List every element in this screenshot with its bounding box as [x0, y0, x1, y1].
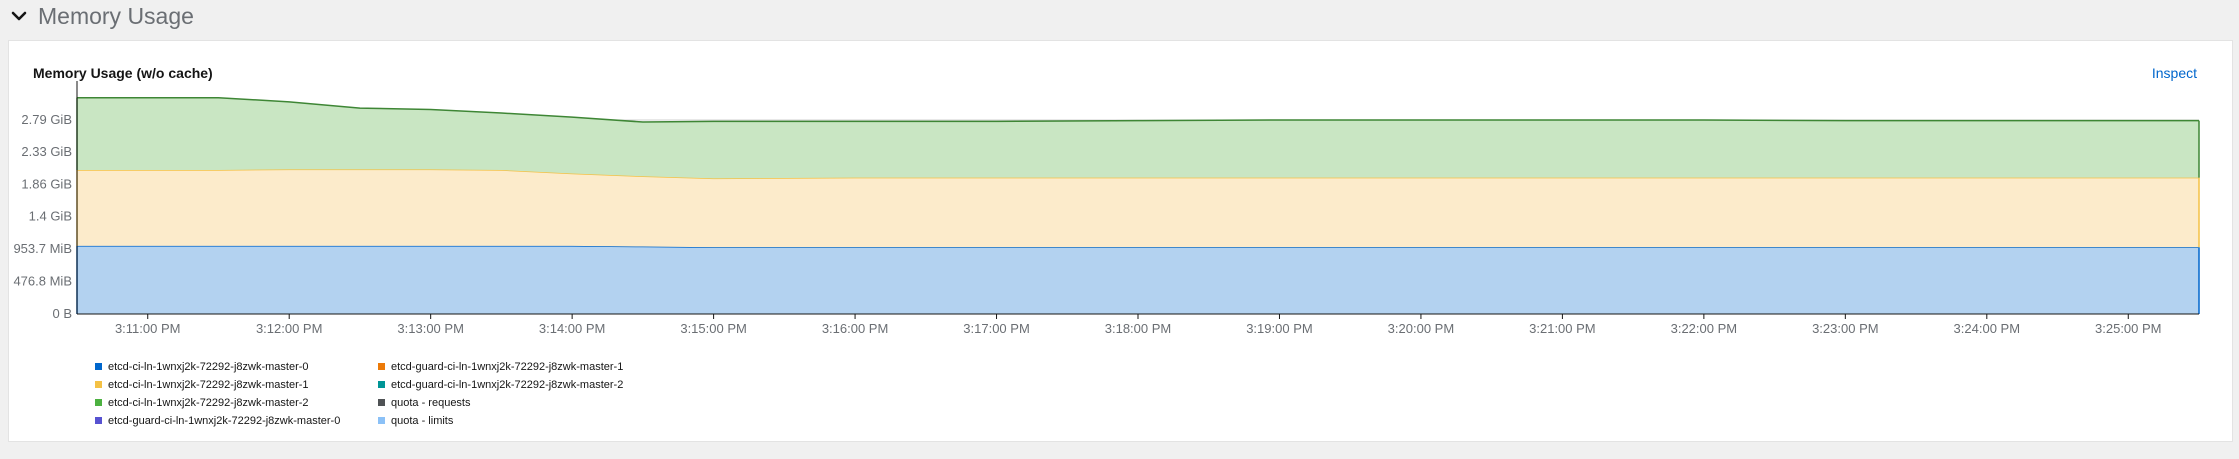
x-tick-label: 3:24:00 PM	[1954, 321, 2021, 336]
section-toggle[interactable]: Memory Usage	[10, 0, 194, 32]
legend-item[interactable]: etcd-guard-ci-ln-1wnxj2k-72292-j8zwk-mas…	[95, 413, 378, 428]
x-tick-label: 3:19:00 PM	[1246, 321, 1313, 336]
chart-legend: etcd-ci-ln-1wnxj2k-72292-j8zwk-master-0 e…	[95, 359, 661, 428]
x-tick-label: 3:15:00 PM	[680, 321, 747, 336]
series-area-2	[77, 97, 2199, 179]
x-tick-label: 3:12:00 PM	[256, 321, 323, 336]
x-tick-label: 3:14:00 PM	[539, 321, 606, 336]
x-tick-label: 3:17:00 PM	[963, 321, 1030, 336]
section-title: Memory Usage	[38, 2, 194, 29]
legend-item[interactable]: quota - limits	[378, 413, 661, 428]
x-tick-label: 3:20:00 PM	[1388, 321, 1455, 336]
x-tick-label: 3:25:00 PM	[2095, 321, 2162, 336]
legend-swatch	[95, 363, 102, 370]
legend-item[interactable]: etcd-ci-ln-1wnxj2k-72292-j8zwk-master-1	[95, 377, 378, 392]
y-tick-label: 1.4 GiB	[29, 209, 72, 224]
legend-label: quota - requests	[391, 396, 471, 409]
legend-item[interactable]: etcd-guard-ci-ln-1wnxj2k-72292-j8zwk-mas…	[378, 377, 661, 392]
y-tick-label: 2.33 GiB	[21, 144, 72, 159]
x-tick-label: 3:16:00 PM	[822, 321, 889, 336]
x-tick-label: 3:23:00 PM	[1812, 321, 1879, 336]
series-area-1	[77, 169, 2199, 248]
legend-label: quota - limits	[391, 414, 454, 427]
legend-swatch	[95, 399, 102, 406]
legend-label: etcd-ci-ln-1wnxj2k-72292-j8zwk-master-2	[108, 396, 309, 409]
y-tick-label: 476.8 MiB	[13, 274, 72, 289]
legend-item[interactable]: etcd-ci-ln-1wnxj2k-72292-j8zwk-master-2	[95, 395, 378, 410]
legend-label: etcd-guard-ci-ln-1wnxj2k-72292-j8zwk-mas…	[391, 360, 624, 373]
series-area-0	[77, 245, 2199, 314]
legend-swatch	[95, 417, 102, 424]
y-tick-label: 2.79 GiB	[21, 112, 72, 127]
chevron-down-icon[interactable]	[10, 7, 28, 25]
legend-swatch	[378, 381, 385, 388]
memory-usage-card: Memory Usage (w/o cache) Inspect 0 B 476.…	[8, 40, 2233, 442]
memory-usage-chart: 0 B 476.8 MiB 953.7 MiB 1.4 GiB 1.86 GiB 2.33…	[13, 81, 2200, 336]
x-tick-label: 3:22:00 PM	[1671, 321, 1738, 336]
legend-item[interactable]: etcd-guard-ci-ln-1wnxj2k-72292-j8zwk-mas…	[378, 359, 661, 374]
legend-swatch	[378, 417, 385, 424]
legend-label: etcd-ci-ln-1wnxj2k-72292-j8zwk-master-1	[108, 378, 309, 391]
x-tick-label: 3:18:00 PM	[1105, 321, 1172, 336]
x-tick-label: 3:13:00 PM	[397, 321, 464, 336]
legend-item[interactable]: etcd-ci-ln-1wnxj2k-72292-j8zwk-master-0	[95, 359, 378, 374]
y-tick-label: 1.86 GiB	[21, 177, 72, 192]
legend-swatch	[95, 381, 102, 388]
legend-label: etcd-guard-ci-ln-1wnxj2k-72292-j8zwk-mas…	[108, 414, 341, 427]
legend-item[interactable]: quota - requests	[378, 395, 661, 410]
legend-label: etcd-ci-ln-1wnxj2k-72292-j8zwk-master-0	[108, 360, 309, 373]
legend-swatch	[378, 399, 385, 406]
x-tick-label: 3:21:00 PM	[1529, 321, 1596, 336]
y-tick-label: 0 B	[52, 306, 72, 321]
legend-label: etcd-guard-ci-ln-1wnxj2k-72292-j8zwk-mas…	[391, 378, 624, 391]
y-tick-label: 953.7 MiB	[13, 241, 72, 256]
legend-swatch	[378, 363, 385, 370]
x-tick-label: 3:11:00 PM	[115, 321, 181, 336]
